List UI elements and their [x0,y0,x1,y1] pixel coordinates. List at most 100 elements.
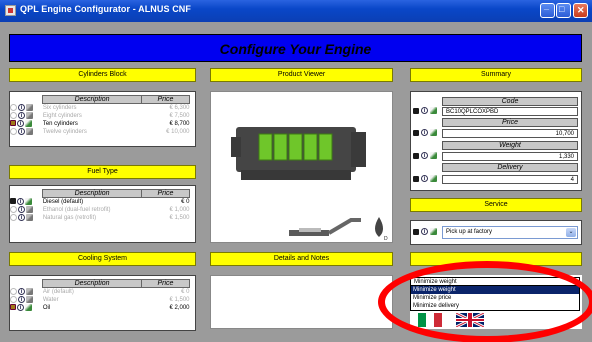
cylinders-option[interactable]: i Twelve cylinders € 10,000 [10,127,190,136]
pencil-icon[interactable] [25,197,32,205]
fuel-table: Description Price i Diesel (default) € 0 i E… [10,189,191,222]
selected-option-icon[interactable] [10,304,16,311]
option-price: € 2,000 [169,304,190,311]
pencil-icon[interactable] [26,127,33,135]
weight-value: 1,330 [442,152,578,161]
option-label: Ten cylinders [42,120,78,127]
pencil-icon[interactable] [26,103,33,111]
info-icon[interactable]: i [421,175,428,182]
service-selected-value: Pick up at factory [446,229,493,235]
radio-icon[interactable] [10,295,17,303]
pencil-icon[interactable] [25,303,32,311]
cylinders-option[interactable]: i Ten cylinders € 8,700 [10,119,190,128]
info-icon[interactable]: i [17,119,24,127]
service-select[interactable]: Pick up at factory ⌄ [442,226,578,239]
cooling-option[interactable]: i Air (default) € 0 [10,287,190,296]
pencil-icon[interactable] [26,213,33,221]
cooling-option[interactable]: i Water € 1,500 [10,295,190,304]
product-viewer[interactable]: D [210,91,393,243]
selected-icon[interactable] [413,129,419,136]
info-icon[interactable]: i [18,287,25,295]
radio-icon[interactable] [10,111,17,119]
info-icon[interactable]: i [421,107,428,114]
banner: Configure Your Engine [9,34,582,62]
weight-label: Weight [442,141,578,150]
option-label: Six cylinders [42,104,77,111]
cooling-option[interactable]: i Oil € 2,000 [10,303,190,312]
pencil-icon[interactable] [430,228,437,235]
info-icon[interactable]: i [18,295,25,303]
optimize-option[interactable]: Minimize price [411,294,579,302]
option-label: Air (default) [42,288,74,295]
info-icon[interactable]: i [17,197,24,205]
selected-option-icon[interactable] [10,120,16,127]
close-button[interactable] [573,3,588,18]
pencil-icon[interactable] [26,111,33,119]
radio-icon[interactable] [10,103,17,111]
banner-title: Configure Your Engine [219,41,372,57]
fuel-header: Fuel Type [9,165,196,179]
option-label: Eight cylinders [42,112,82,119]
window-title: QPL Engine Configurator - ALNUS CNF [20,4,191,14]
cooling-header: Cooling System [9,252,196,266]
option-label: Water [42,296,59,303]
optimize-option[interactable]: Minimize weight [411,286,579,294]
title-bar: QPL Engine Configurator - ALNUS CNF [0,0,592,22]
italian-flag-icon[interactable] [418,313,442,327]
cylinders-header: Cylinders Block [9,68,196,82]
cylinders-table: Description Price i Six cylinders € 6,300 i… [10,95,191,136]
fuel-option[interactable]: i Diesel (default) € 0 [10,197,190,206]
selected-option-icon[interactable] [10,198,16,205]
pencil-icon[interactable] [430,107,437,114]
info-icon[interactable]: i [421,228,428,235]
info-icon[interactable]: i [18,213,25,221]
pencil-icon[interactable] [430,152,437,159]
selected-icon[interactable] [413,107,419,114]
price-label: Price [442,118,578,127]
info-icon[interactable]: i [18,111,25,119]
selected-icon[interactable] [413,175,419,182]
cylinders-option[interactable]: i Six cylinders € 6,300 [10,103,190,112]
option-label: Oil [42,304,51,311]
app-icon [5,5,16,16]
maximize-button[interactable] [556,3,571,18]
cylinders-option[interactable]: i Eight cylinders € 7,500 [10,111,190,120]
fuel-drop-icon: D [375,217,388,242]
pencil-icon[interactable] [430,175,437,182]
selected-icon[interactable] [413,228,419,235]
pencil-icon[interactable] [25,119,32,127]
radio-icon[interactable] [10,287,17,295]
delivery-label: Delivery [442,163,578,172]
details-notes-area[interactable] [210,275,393,329]
radio-icon[interactable] [10,205,17,213]
info-icon[interactable]: i [18,205,25,213]
info-icon[interactable]: i [18,103,25,111]
option-price: € 8,700 [169,120,190,127]
info-icon[interactable]: i [18,127,25,135]
viewer-header: Product Viewer [210,68,393,82]
uk-flag-icon[interactable] [456,313,484,327]
cooling-panel: Description Price i Air (default) € 0 i Wate… [9,275,196,331]
fuel-option[interactable]: i Natural gas (retrofit) € 1,500 [10,213,190,222]
optimize-dropdown-list[interactable]: Minimize weight Minimize price Minimize … [410,285,580,311]
weight-row-icons: i [413,152,439,161]
pencil-icon[interactable] [430,129,437,136]
col-description: Description [42,95,142,104]
option-price: € 0 [181,198,190,205]
radio-icon[interactable] [10,213,17,221]
pencil-icon[interactable] [26,205,33,213]
pencil-icon[interactable] [26,287,33,295]
minimize-button[interactable] [540,1,555,18]
selected-icon[interactable] [413,152,419,159]
fuel-option[interactable]: i Ethanol (dual-fuel retrofit) € 1,000 [10,205,190,214]
radio-icon[interactable] [10,127,17,135]
chevron-down-icon[interactable]: ⌄ [566,228,576,237]
info-icon[interactable]: i [421,152,428,159]
info-icon[interactable]: i [421,129,428,136]
pencil-icon[interactable] [26,295,33,303]
info-icon[interactable]: i [17,303,24,311]
cooling-table: Description Price i Air (default) € 0 i Wate… [10,279,191,312]
col-price: Price [140,279,191,288]
col-price: Price [140,95,191,104]
optimize-option[interactable]: Minimize delivery [411,302,579,310]
